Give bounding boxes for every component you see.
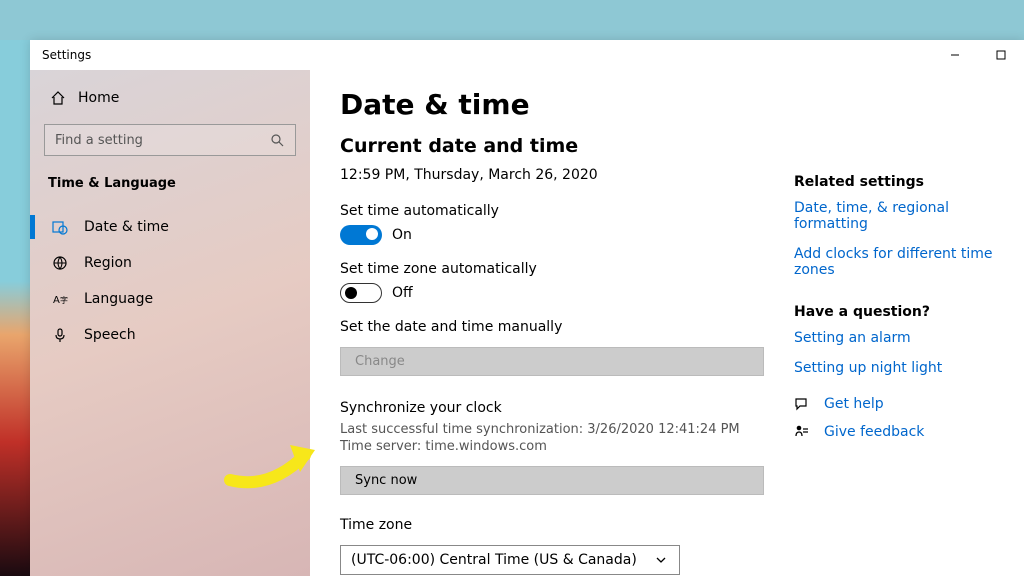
sidebar-nav: Date & time Region A字 Language (44, 209, 296, 353)
set-time-auto-toggle-row: On (340, 225, 764, 245)
sync-last-label: Last successful time synchronization: 3/… (340, 422, 764, 437)
feedback-icon (794, 424, 810, 440)
sidebar-home-label: Home (78, 90, 119, 106)
main-area: Date & time Current date and time 12:59 … (310, 70, 1024, 576)
window-title: Settings (42, 48, 91, 62)
minimize-button[interactable] (932, 40, 978, 70)
current-datetime-value: 12:59 PM, Thursday, March 26, 2020 (340, 167, 764, 183)
get-help-link[interactable]: Get help (794, 396, 994, 412)
desktop-wallpaper-edge (0, 40, 30, 576)
give-feedback-label: Give feedback (824, 424, 924, 440)
set-tz-auto-toggle-row: Off (340, 283, 764, 303)
window-controls (932, 40, 1024, 70)
sync-now-button[interactable]: Sync now (340, 466, 764, 495)
timezone-dropdown[interactable]: (UTC-06:00) Central Time (US & Canada) (340, 545, 680, 575)
chevron-down-icon (653, 552, 669, 568)
sync-heading: Synchronize your clock (340, 400, 764, 416)
sidebar: Home Find a setting Time & Language Date… (30, 70, 310, 576)
svg-text:A: A (53, 295, 60, 306)
give-feedback-link[interactable]: Give feedback (794, 424, 994, 440)
get-help-label: Get help (824, 396, 884, 412)
change-button[interactable]: Change (340, 347, 764, 376)
link-night-light[interactable]: Setting up night light (794, 360, 994, 376)
title-bar: Settings (30, 40, 1024, 70)
set-time-auto-state: On (392, 227, 412, 243)
set-tz-auto-label: Set time zone automatically (340, 261, 764, 277)
home-icon (50, 90, 66, 106)
content-column: Date & time Current date and time 12:59 … (340, 88, 764, 576)
sidebar-home[interactable]: Home (44, 80, 296, 116)
set-time-auto-toggle[interactable] (340, 225, 382, 245)
microphone-icon (52, 327, 68, 343)
sync-server-label: Time server: time.windows.com (340, 439, 764, 454)
sidebar-item-region[interactable]: Region (44, 245, 296, 281)
page-title: Date & time (340, 88, 764, 121)
set-tz-auto-toggle[interactable] (340, 283, 382, 303)
calendar-clock-icon (52, 219, 68, 235)
search-input[interactable]: Find a setting (44, 124, 296, 156)
set-time-auto-label: Set time automatically (340, 203, 764, 219)
search-placeholder: Find a setting (55, 133, 143, 148)
sidebar-item-label: Region (84, 255, 132, 271)
sidebar-item-label: Speech (84, 327, 136, 343)
language-icon: A字 (52, 291, 68, 307)
globe-icon (52, 255, 68, 271)
timezone-label: Time zone (340, 517, 764, 533)
related-settings-heading: Related settings (794, 174, 994, 190)
sidebar-item-language[interactable]: A字 Language (44, 281, 296, 317)
link-regional-formatting[interactable]: Date, time, & regional formatting (794, 200, 994, 232)
set-tz-auto-state: Off (392, 285, 413, 301)
sidebar-item-label: Language (84, 291, 153, 307)
set-manual-label: Set the date and time manually (340, 319, 764, 335)
link-add-clocks[interactable]: Add clocks for different time zones (794, 246, 994, 278)
chat-icon (794, 396, 810, 412)
link-setting-alarm[interactable]: Setting an alarm (794, 330, 994, 346)
timezone-value: (UTC-06:00) Central Time (US & Canada) (351, 552, 637, 568)
maximize-button[interactable] (978, 40, 1024, 70)
aside-column: Related settings Date, time, & regional … (794, 88, 994, 576)
sidebar-item-date-time[interactable]: Date & time (44, 209, 296, 245)
svg-text:字: 字 (60, 295, 68, 305)
sidebar-item-speech[interactable]: Speech (44, 317, 296, 353)
sidebar-section-label: Time & Language (44, 164, 296, 197)
window-body: Home Find a setting Time & Language Date… (30, 70, 1024, 576)
search-icon (269, 132, 285, 148)
settings-window: Settings Home Find a setting (30, 40, 1024, 576)
current-datetime-heading: Current date and time (340, 135, 764, 157)
sidebar-item-label: Date & time (84, 219, 169, 235)
have-question-heading: Have a question? (794, 304, 994, 320)
